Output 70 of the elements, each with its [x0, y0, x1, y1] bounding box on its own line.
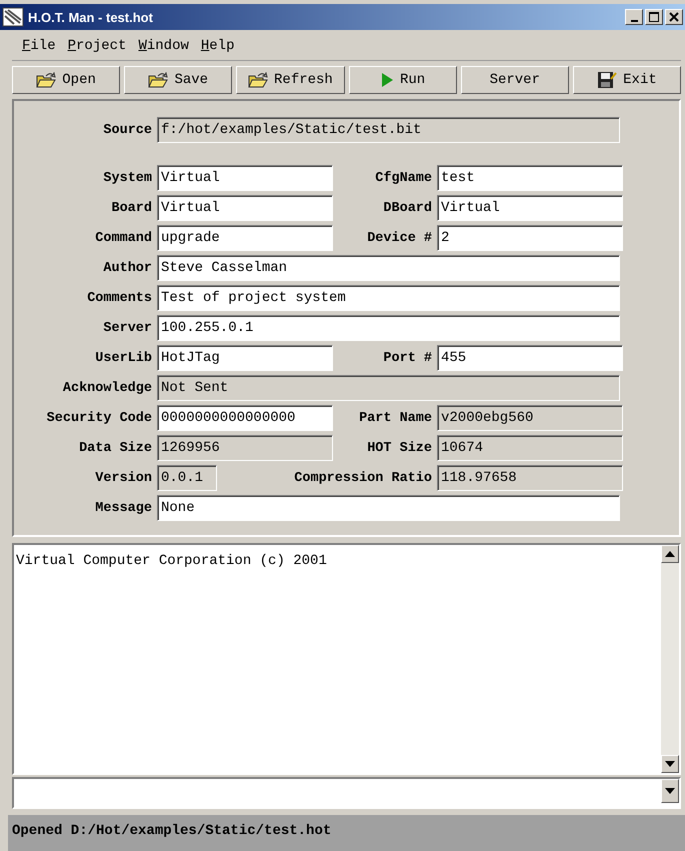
text-field[interactable]: 10674 — [437, 435, 623, 461]
dropdown-arrow-icon — [665, 788, 675, 794]
toolbar-button[interactable]: Refresh — [236, 66, 345, 94]
field-label: Command — [94, 230, 152, 246]
field-label: Source — [102, 122, 152, 138]
text-field[interactable]: Not Sent — [157, 375, 620, 401]
text-field[interactable]: v2000ebg560 — [437, 405, 623, 431]
field-label: Security Code — [46, 410, 152, 426]
field-label: System — [102, 170, 152, 186]
field-label: DBoard — [382, 200, 432, 216]
text-field[interactable]: 100.255.0.1 — [157, 315, 620, 341]
text-field[interactable]: 1269956 — [157, 435, 333, 461]
close-button[interactable] — [665, 9, 683, 25]
toolbar-button[interactable]: Save — [124, 66, 232, 94]
toolbar-button[interactable]: Exit — [572, 66, 682, 94]
text-field[interactable]: test — [437, 165, 623, 191]
text-field[interactable]: 118.97658 — [437, 465, 623, 491]
floppy-disk-icon — [597, 71, 618, 89]
maximize-button[interactable] — [645, 9, 663, 25]
status-bar: Opened D:/Hot/examples/Static/test.hot — [8, 815, 685, 851]
scrollbar[interactable] — [661, 545, 679, 773]
down-arrow-icon — [665, 761, 675, 767]
text-field[interactable]: upgrade — [157, 225, 333, 251]
menu-item[interactable]: Window — [134, 38, 193, 54]
maximize-icon — [649, 12, 659, 22]
app-icon — [2, 7, 24, 27]
field-label: Part Name — [358, 410, 432, 426]
minimize-button[interactable] — [625, 9, 643, 25]
toolbar-button[interactable]: Server — [460, 66, 569, 94]
text-field[interactable]: 0.0.1 — [157, 465, 217, 491]
folder-icon — [36, 72, 56, 88]
field-label: Version — [94, 470, 152, 486]
text-field[interactable]: Test of project system — [157, 285, 620, 311]
menu-item[interactable]: File — [18, 38, 60, 54]
text-field[interactable]: 455 — [437, 345, 623, 371]
play-icon — [380, 72, 394, 88]
toolbar-button[interactable]: Run — [348, 66, 457, 94]
field-label: Compression Ratio — [293, 470, 432, 486]
close-icon — [669, 12, 679, 22]
field-label: Acknowledge — [62, 380, 152, 396]
menu-item[interactable]: Project — [64, 38, 130, 54]
field-label: Comments — [86, 290, 152, 306]
field-label: Device # — [366, 230, 432, 246]
field-label: Port # — [382, 350, 432, 366]
field-label: Board — [110, 200, 152, 216]
field-label: CfgName — [374, 170, 432, 186]
field-label: Author — [102, 260, 152, 276]
field-label: Server — [102, 320, 152, 336]
field-label: HOT Size — [366, 440, 432, 456]
command-combo-box[interactable] — [12, 777, 681, 809]
text-field[interactable]: HotJTag — [157, 345, 333, 371]
text-field[interactable]: 0000000000000000 — [157, 405, 333, 431]
menu-item[interactable]: Help — [196, 38, 238, 54]
folder-icon — [248, 72, 268, 88]
text-field[interactable]: Virtual — [437, 195, 623, 221]
text-field[interactable]: Virtual — [157, 165, 333, 191]
text-field[interactable]: None — [157, 495, 620, 521]
folder-icon — [148, 72, 168, 88]
up-arrow-icon — [665, 551, 675, 557]
text-field[interactable]: Virtual — [157, 195, 333, 221]
log-line: Virtual Computer Corporation (c) 2001 — [16, 553, 328, 569]
minimize-icon — [630, 20, 638, 22]
text-field[interactable]: Steve Casselman — [157, 255, 620, 281]
text-field[interactable]: 2 — [437, 225, 623, 251]
text-field[interactable]: f:/hot/examples/Static/test.bit — [157, 117, 620, 143]
field-label: Data Size — [78, 440, 152, 456]
window-title: H.O.T. Man - test.hot — [28, 10, 154, 24]
field-label: Message — [94, 500, 152, 516]
toolbar-button[interactable]: Open — [12, 66, 120, 94]
field-label: UserLib — [94, 350, 152, 366]
